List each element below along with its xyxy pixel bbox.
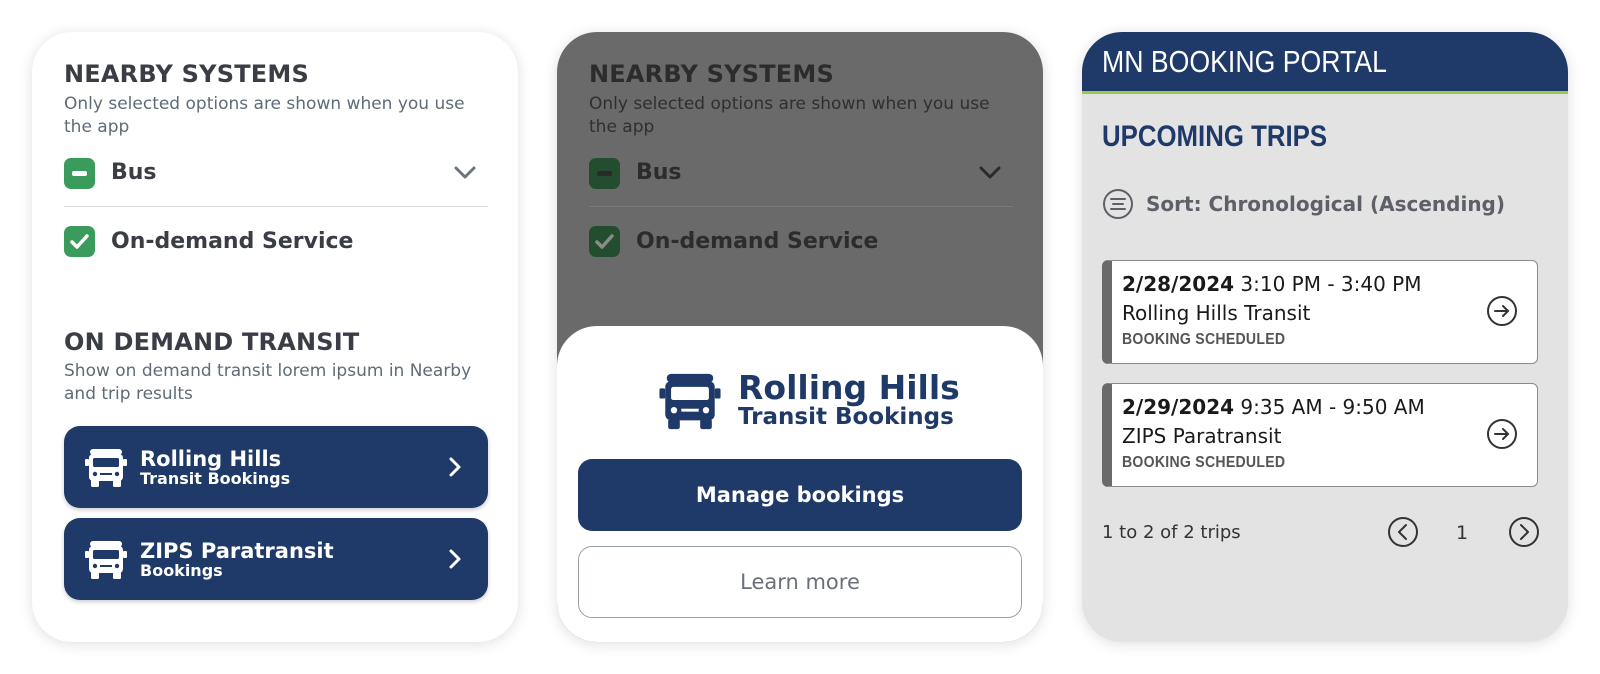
manage-bookings-button[interactable]: Manage bookings [578,459,1022,531]
zips-paratransit-button[interactable]: ZIPS Paratransit Bookings [64,518,488,600]
van-logo-icon [659,373,721,430]
minus-checkbox-icon [72,171,87,176]
trip-status: BOOKING SCHEDULED [1122,454,1286,471]
trip-date: 2/29/2024 [1122,395,1235,419]
divider [64,206,488,207]
on-demand-option-label: On-demand Service [636,229,879,254]
nearby-systems-description: Only selected options are shown when you… [64,94,465,137]
sort-label[interactable]: Sort: Chronological (Ascending) [1146,192,1505,216]
chevron-down-icon [979,166,1001,179]
agency-logo-subtitle: Transit Bookings [738,404,954,430]
bus-option-label[interactable]: Bus [111,160,157,185]
agency-logo-title: Rolling Hills [738,368,960,407]
bottom-sheet: Rolling Hills Transit Bookings Manage bo… [557,326,1043,642]
agency-name: ZIPS Paratransit [140,539,334,563]
agency-subtitle: Transit Bookings [140,469,291,488]
agency-name: Rolling Hills [140,447,282,471]
bus-checkbox [589,158,620,189]
trip-card[interactable]: 2/28/2024 3:10 PM - 3:40 PM Rolling Hill… [1102,260,1538,364]
rolling-hills-button[interactable]: Rolling Hills Transit Bookings [64,426,488,508]
trip-status: BOOKING SCHEDULED [1122,331,1286,348]
learn-more-button[interactable]: Learn more [578,546,1022,618]
chevron-right-circle-icon[interactable] [1508,516,1540,548]
trip-agency: ZIPS Paratransit [1122,424,1282,448]
trip-agency: Rolling Hills Transit [1122,301,1311,325]
on-demand-checkbox [589,226,620,257]
van-icon [85,449,127,487]
bus-option-label: Bus [636,160,682,185]
chevron-down-icon[interactable] [454,166,476,180]
trip-datetime: 2/29/2024 9:35 AM - 9:50 AM [1122,395,1425,419]
bus-checkbox[interactable] [64,158,95,189]
nearby-systems-heading: NEARBY SYSTEMS [64,60,309,88]
on-demand-checkbox[interactable] [64,226,95,257]
agency-subtitle: Bookings [140,561,223,580]
booking-portal-panel: MN BOOKING PORTAL UPCOMING TRIPS Sort: C… [1082,32,1568,642]
agency-sheet-panel: NEARBY SYSTEMS Only selected options are… [557,32,1043,642]
trip-time: 9:35 AM - 9:50 AM [1240,395,1425,419]
upcoming-trips-heading: UPCOMING TRIPS [1102,120,1328,153]
nearby-systems-description: Only selected options are shown when you… [589,94,990,137]
portal-title: MN BOOKING PORTAL [1102,44,1387,79]
trip-time: 3:10 PM - 3:40 PM [1240,272,1422,296]
check-checkbox-icon [70,234,89,249]
nearby-systems-heading: NEARBY SYSTEMS [589,60,834,88]
on-demand-transit-heading: ON DEMAND TRANSIT [64,328,360,356]
minus-checkbox-icon [597,171,612,176]
trip-date: 2/28/2024 [1122,272,1235,296]
trip-datetime: 2/28/2024 3:10 PM - 3:40 PM [1122,272,1422,296]
pagination-count: 1 to 2 of 2 trips [1102,522,1241,543]
trip-card[interactable]: 2/29/2024 9:35 AM - 9:50 AM ZIPS Paratra… [1102,383,1538,487]
chevron-right-icon [449,549,461,569]
chevron-right-icon [449,457,461,477]
arrow-right-circle-icon[interactable] [1486,418,1518,450]
chevron-left-circle-icon[interactable] [1387,516,1419,548]
current-page-number: 1 [1456,522,1469,544]
divider [589,206,1013,207]
settings-panel: NEARBY SYSTEMS Only selected options are… [32,32,518,642]
portal-header: MN BOOKING PORTAL [1082,32,1568,94]
sort-icon[interactable] [1102,188,1134,220]
on-demand-transit-description: Show on demand transit lorem ipsum in Ne… [64,361,472,404]
check-checkbox-icon [595,234,614,249]
van-icon [85,541,127,579]
arrow-right-circle-icon[interactable] [1486,295,1518,327]
on-demand-option-label[interactable]: On-demand Service [111,229,353,254]
